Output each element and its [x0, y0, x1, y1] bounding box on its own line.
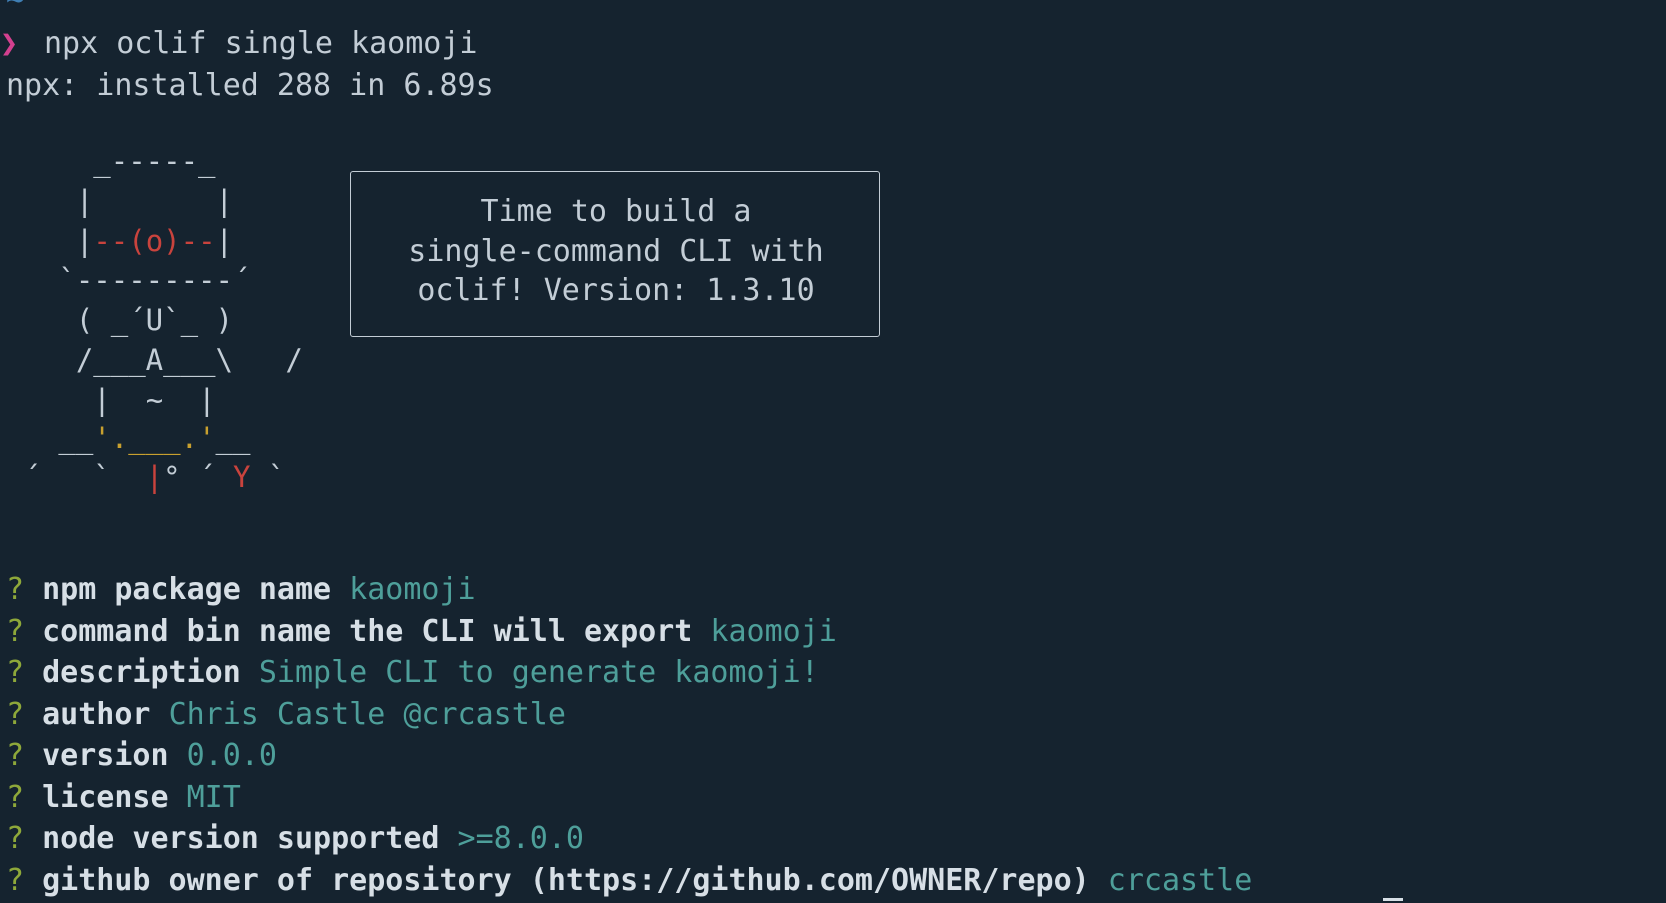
art-line-2: | | [6, 184, 233, 218]
banner-line-3: oclif! Version: 1.3.10 [417, 273, 815, 308]
art-line-9-c: ° ´ [163, 460, 233, 494]
art-line-7-a: | [6, 383, 146, 417]
question-label: node version supported [42, 821, 440, 856]
robot-eye: --(o)-- [93, 224, 216, 258]
art-line-6: /___A___\ / [6, 343, 303, 377]
question-label: author [42, 697, 151, 732]
question-label: command bin name the CLI will export [42, 614, 693, 649]
art-line-9-d: Y [233, 460, 251, 494]
art-line-8: __'.___.'__ [6, 424, 250, 453]
question-mark-icon: ? [6, 572, 25, 607]
art-line-9-a: ´ ` [6, 460, 146, 494]
art-line-3-right: | [215, 224, 233, 258]
question-mark-icon: ? [6, 697, 25, 732]
question-answer: >=8.0.0 [457, 821, 584, 856]
art-line-5: ( _´U`_ ) [6, 303, 233, 337]
banner-line-1: Time to build a [480, 194, 752, 229]
terminal-cursor [1383, 898, 1403, 901]
art-line-7-b: ~ [145, 383, 164, 417]
prompt-arrow-icon: ❯ [0, 26, 19, 61]
question-row: ? github owner of repository (https://gi… [6, 866, 1252, 896]
question-row: ? version 0.0.0 [6, 741, 277, 771]
question-label: version [42, 738, 169, 773]
question-label: description [42, 655, 241, 690]
question-answer: 0.0.0 [186, 738, 277, 773]
question-label: npm package name [42, 572, 332, 607]
art-line-3: |--(o)--| [6, 227, 233, 256]
welcome-banner-box: Time to build a single-command CLI with … [350, 171, 880, 337]
question-row: ? description Simple CLI to generate kao… [6, 658, 819, 688]
question-row: ? npm package name kaomoji [6, 575, 476, 605]
question-mark-icon: ? [6, 821, 25, 856]
question-label: license [42, 780, 169, 815]
art-line-3-left: | [6, 224, 94, 258]
question-row: ? node version supported >=8.0.0 [6, 824, 584, 854]
home-directory-indicator: ~ [6, 0, 25, 18]
question-answer: crcastle [1107, 863, 1253, 898]
art-line-8-b: '.___.' [93, 421, 216, 455]
question-answer: kaomoji [349, 572, 476, 607]
question-label: github owner of repository (https://gith… [42, 863, 1090, 898]
question-mark-icon: ? [6, 738, 25, 773]
art-line-1: _-----_ [6, 144, 216, 178]
question-answer: kaomoji [710, 614, 837, 649]
question-mark-icon: ? [6, 614, 25, 649]
question-row: ? license MIT [6, 783, 241, 813]
install-output: npx: installed 288 in 6.89s [6, 68, 494, 103]
art-line-8-a: __ [6, 421, 94, 455]
art-line-7: | ~ | [6, 383, 216, 417]
art-line-8-c: __ [215, 421, 251, 455]
question-mark-icon: ? [6, 863, 25, 898]
question-row: ? command bin name the CLI will export k… [6, 617, 837, 647]
question-row: ? author Chris Castle @crcastle [6, 700, 566, 730]
art-line-7-c: | [163, 383, 216, 417]
question-answer: Simple CLI to generate kaomoji! [258, 655, 819, 690]
command-line: npx oclif single kaomoji [44, 26, 478, 61]
question-mark-icon: ? [6, 780, 25, 815]
question-answer: MIT [186, 780, 241, 815]
question-answer: Chris Castle @crcastle [168, 697, 566, 732]
question-mark-icon: ? [6, 655, 25, 690]
art-line-9-e: ` [250, 460, 286, 494]
art-line-4: `---------´ [6, 263, 251, 297]
art-line-9-b: | [145, 460, 164, 494]
banner-line-2: single-command CLI with [408, 234, 824, 269]
art-line-9: ´ ` |° ´ Y ` [6, 463, 285, 492]
